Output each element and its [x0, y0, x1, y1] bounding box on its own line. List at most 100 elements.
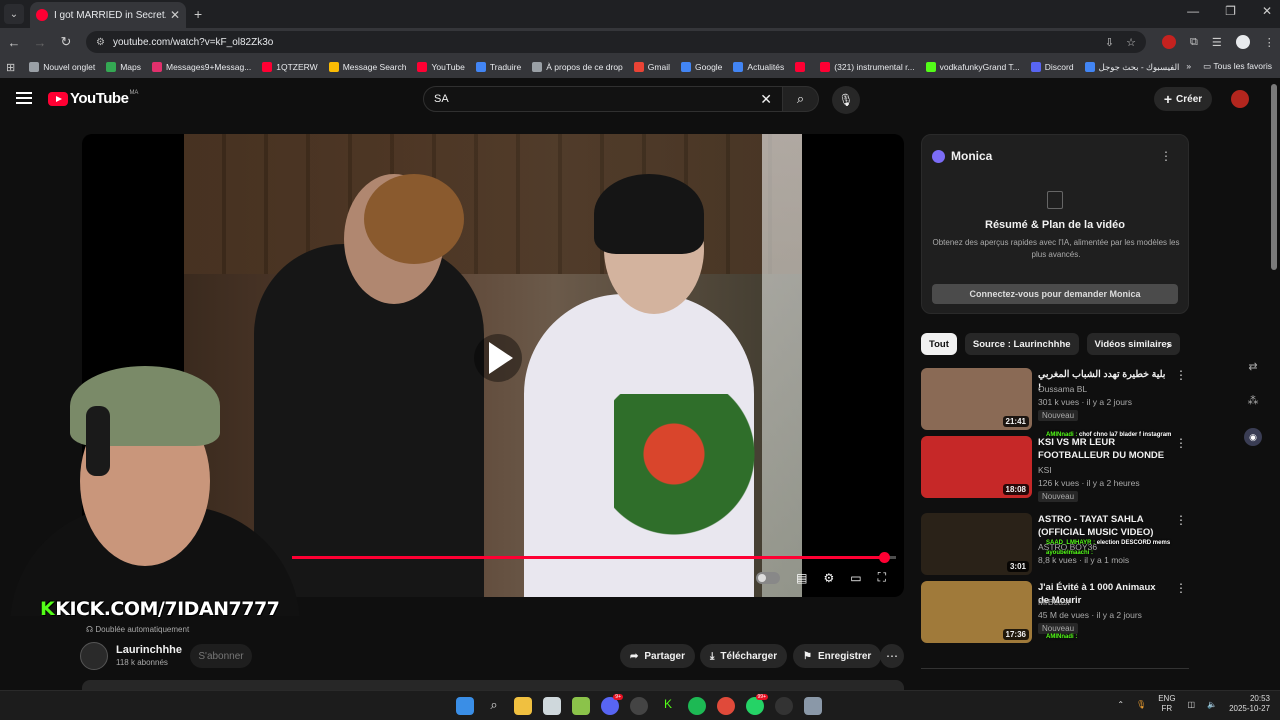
video-channel[interactable]: Oussama BL	[1038, 384, 1087, 394]
profile-icon[interactable]	[1235, 35, 1250, 49]
video-title[interactable]: KSI VS MR LEUR FOOTBALLEUR DU MONDE DE	[1038, 436, 1168, 462]
bookmark-item[interactable]: Gmail	[633, 62, 670, 73]
close-tab-icon[interactable]: ✕	[170, 8, 180, 22]
progress-bar[interactable]	[292, 552, 896, 563]
bookmark-item[interactable]: À propos de ce drop	[532, 62, 623, 73]
search-input[interactable]: SA ✕	[423, 86, 783, 112]
clear-search-icon[interactable]: ✕	[760, 91, 772, 108]
bookmark-item[interactable]: Maps	[106, 62, 141, 73]
install-app-icon[interactable]: ⇩	[1105, 36, 1114, 49]
bookmark-item[interactable]: YouTube	[417, 62, 465, 73]
bookmark-item[interactable]: Message Search	[328, 62, 406, 73]
bookmark-item[interactable]: الفيسبوك - بحث جوجل	[1084, 62, 1179, 73]
chevron-right-icon[interactable]: ›	[1166, 337, 1170, 352]
mic-tray-icon[interactable]: 🎙	[1136, 700, 1146, 709]
video-menu-icon[interactable]: ⋮	[1175, 368, 1187, 382]
kick-taskbar-icon[interactable]: K	[659, 697, 677, 715]
bookmark-item[interactable]: Nouvel onglet	[29, 62, 95, 73]
bookmark-item[interactable]: vodkafunkyGrand T...	[925, 62, 1020, 73]
bookmark-item[interactable]: Google	[681, 62, 722, 73]
file-explorer-icon[interactable]	[514, 697, 532, 715]
bookmark-item[interactable]	[795, 62, 809, 73]
progress-scrubber[interactable]	[878, 552, 890, 563]
browser-menu-icon[interactable]: ⋮	[1264, 36, 1275, 49]
video-menu-icon[interactable]: ⋮	[1175, 581, 1187, 595]
page-scrollbar[interactable]	[1271, 84, 1277, 270]
channel-name[interactable]: Laurinchhhe	[116, 644, 182, 656]
extension-icon[interactable]	[1162, 35, 1176, 49]
video-thumbnail[interactable]: 18:08	[921, 436, 1032, 498]
theater-mode-icon[interactable]: ▭	[850, 571, 861, 585]
language-indicator[interactable]: ENG FR	[1158, 694, 1175, 714]
settings-taskbar-icon[interactable]	[804, 697, 822, 715]
voice-search-button[interactable]: 🎙	[832, 86, 860, 114]
chip-source[interactable]: Source : Laurinchhhe	[964, 333, 1079, 355]
clock[interactable]: 20:53 2025-10-27	[1229, 694, 1270, 714]
settings-gear-icon[interactable]: ⚙	[823, 571, 834, 585]
recommended-video[interactable]: 21:41 بلية خطيرة تهدد الشباب المغربي ! Ous…	[921, 368, 1189, 432]
translate-icon[interactable]: ⇄	[1244, 360, 1262, 378]
subtitles-icon[interactable]: ▤	[796, 571, 807, 585]
bookmarks-overflow-icon[interactable]: »	[1186, 61, 1191, 72]
reading-list-icon[interactable]: ☰	[1212, 36, 1222, 49]
video-channel[interactable]: MrBeast	[1038, 597, 1070, 607]
extensions-puzzle-icon[interactable]: ⧉	[1190, 36, 1198, 49]
video-thumbnail[interactable]: 17:36	[921, 581, 1032, 643]
close-window-icon[interactable]: ✕	[1262, 4, 1272, 18]
bookmark-item[interactable]: Actualités	[733, 62, 784, 73]
create-button[interactable]: + Créer	[1154, 87, 1212, 111]
monica-connect-button[interactable]: Connectez-vous pour demander Monica	[932, 284, 1178, 304]
site-info-icon[interactable]: ⚙	[96, 37, 105, 48]
minimize-icon[interactable]: —	[1187, 4, 1199, 18]
video-menu-icon[interactable]: ⋮	[1175, 513, 1187, 527]
more-actions-button[interactable]: ⋯	[880, 644, 904, 668]
back-icon[interactable]: ←	[2, 35, 26, 50]
start-windows-icon[interactable]	[456, 697, 474, 715]
new-tab-button[interactable]: +	[194, 6, 202, 22]
network-icon[interactable]: ◫	[1188, 700, 1196, 709]
autoplay-toggle[interactable]	[756, 571, 781, 584]
description-box[interactable]	[82, 680, 904, 690]
channel-avatar[interactable]	[80, 642, 108, 670]
discord-icon[interactable]: 9+	[601, 694, 623, 715]
apps-icon[interactable]: ⁂	[1244, 394, 1262, 412]
save-button[interactable]: ⚑ Enregistrer	[793, 644, 882, 668]
video-thumbnail[interactable]: 3:01	[921, 513, 1032, 575]
bookmark-item[interactable]: Messages9+Messag...	[152, 62, 251, 73]
all-bookmarks-folder[interactable]: ▭ Tous les favoris	[1203, 61, 1272, 72]
share-button[interactable]: ➦ Partager	[620, 644, 695, 668]
bookmark-star-icon[interactable]: ☆	[1126, 36, 1136, 49]
monica-menu-icon[interactable]: ⋮	[1160, 149, 1172, 163]
bookmark-item[interactable]: (321) instrumental r...	[820, 62, 915, 73]
chip-all[interactable]: Tout	[921, 333, 957, 355]
recorder-icon[interactable]	[775, 697, 793, 715]
minecraft-icon[interactable]	[572, 697, 590, 715]
address-bar[interactable]: ⚙ youtube.com/watch?v=kF_ol82Zk3o ⇩ ☆	[86, 31, 1146, 53]
forward-icon[interactable]: →	[28, 35, 52, 50]
whatsapp-icon[interactable]: 99+	[746, 694, 768, 715]
reload-icon[interactable]: ↻	[54, 34, 78, 50]
apps-grid-icon[interactable]: ⊞	[6, 61, 15, 74]
youtube-logo[interactable]: YouTube MA	[48, 90, 138, 107]
bookmark-item[interactable]: Traduire	[475, 62, 521, 73]
video-channel[interactable]: KSI	[1038, 465, 1052, 475]
play-button[interactable]	[474, 334, 522, 382]
monica-side-icon[interactable]: ◉	[1244, 428, 1262, 446]
bookmark-item[interactable]: 1QTZERW	[262, 62, 318, 73]
account-avatar[interactable]	[1231, 90, 1249, 108]
search-taskbar-icon[interactable]: ⌕	[485, 697, 503, 715]
tray-overflow-icon[interactable]: ⌃	[1117, 700, 1124, 709]
browser-tab[interactable]: I got MARRIED in Secret... - You ✕	[30, 2, 186, 28]
video-menu-icon[interactable]: ⋮	[1175, 436, 1187, 450]
recommended-video[interactable]: 18:08 KSI VS MR LEUR FOOTBALLEUR DU MONDE…	[921, 436, 1189, 502]
store-icon[interactable]	[543, 697, 561, 715]
restore-icon[interactable]: ❐	[1225, 4, 1236, 18]
app-icon[interactable]	[630, 697, 648, 715]
chrome-icon[interactable]	[717, 697, 735, 715]
spotify-icon[interactable]	[688, 697, 706, 715]
tab-search-button[interactable]: ⌄	[4, 4, 24, 24]
video-thumbnail[interactable]: 21:41	[921, 368, 1032, 430]
volume-icon[interactable]: 🔈	[1207, 700, 1217, 709]
fullscreen-icon[interactable]: ⛶	[878, 570, 886, 585]
download-button[interactable]: ⤓ Télécharger	[700, 644, 788, 668]
